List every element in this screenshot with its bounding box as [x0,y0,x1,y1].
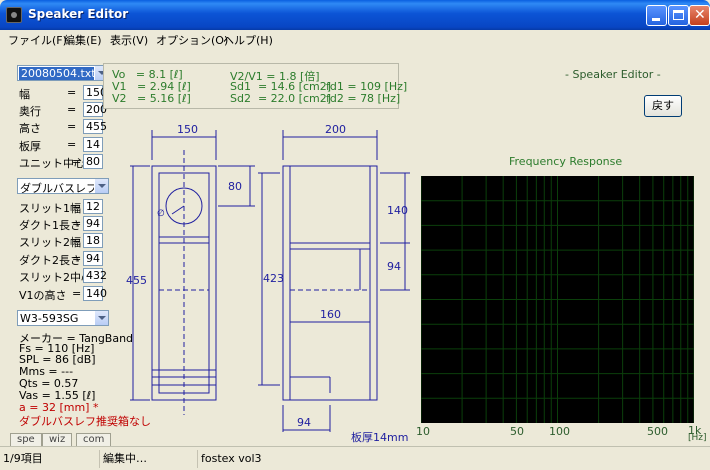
info-sd2: Sd2 = 22.0 [cm2] [230,92,332,105]
tab-wiz[interactable]: wiz [42,433,73,446]
dim-bottom-duct: 94 [297,416,311,429]
enclosure-select[interactable]: ダブルバスレフ [17,178,109,195]
depth-input[interactable]: 200 [83,102,107,117]
dim-duct: 94 [387,260,401,273]
speaker-app-icon[interactable] [6,7,22,23]
volume-info-panel: Vo = 8.1 [ℓ] V1 = 2.94 [ℓ] V2 = 5.16 [ℓ]… [103,63,407,109]
file-select[interactable]: 20080504.txt [17,65,109,81]
angle-mark: ∅ [157,209,165,219]
maximize-button[interactable] [668,5,689,26]
freq-tick-500: 500 [647,425,668,438]
menu-file[interactable]: ファイル(F) [8,32,67,48]
height-input[interactable]: 455 [83,119,107,134]
title-bar[interactable]: Speaker Editor ✕ [0,0,710,30]
window-title: Speaker Editor [28,7,129,21]
status-bar: 1/9項目 編集中… fostex vol3 [0,446,710,470]
menu-bar: ファイル(F) 編集(E) 表示(V) オプション(O) ヘルプ(H) [0,30,710,47]
chevron-down-icon[interactable] [94,311,108,325]
freq-unit: [Hz] [688,433,707,443]
thickness-input[interactable]: 14 [83,137,103,152]
freq-tick-50: 50 [510,425,524,438]
width-input[interactable]: 150 [83,85,107,100]
tab-spe[interactable]: spe [10,433,42,446]
dim-slit-length: 160 [320,308,341,321]
maximize-icon [673,10,684,20]
minimize-icon [652,18,660,21]
status-editing: 編集中… [99,450,196,468]
close-button[interactable]: ✕ [689,5,710,26]
tab-com[interactable]: com [76,433,112,446]
menu-options[interactable]: オプション(O) [156,32,228,48]
menu-view[interactable]: 表示(V) [110,32,148,48]
minimize-button[interactable] [646,5,667,26]
info-v2: V2 = 5.16 [ℓ] [112,92,191,105]
slit2-center-input[interactable]: 432 [83,268,107,283]
unit-select-value: W3-593SG [20,312,79,325]
dim-unit-center: 80 [228,180,242,193]
chevron-down-icon[interactable] [94,179,108,193]
status-item-count: 1/9項目 [3,452,43,465]
slit1-width-input[interactable]: 12 [83,199,103,214]
frequency-title: Frequency Response [509,155,623,168]
brand-label: - Speaker Editor - [565,68,661,81]
v1-height-input[interactable]: 140 [83,286,107,301]
duct1-length-input[interactable]: 94 [83,216,103,231]
slit2-width-input[interactable]: 18 [83,233,103,248]
dim-inner-height: 423 [263,272,284,285]
dim-v1: 140 [387,204,408,217]
height-label: 高さ [19,122,41,135]
dim-width: 150 [177,123,198,136]
thickness-note: 板厚14mm [351,430,408,444]
enclosure-select-value: ダブルバスレフ [20,182,97,195]
width-label: 幅 [19,88,30,101]
menu-help[interactable]: ヘルプ(H) [223,32,273,48]
dim-height: 455 [126,274,147,287]
close-icon: ✕ [694,7,706,23]
duct2-length-input[interactable]: 94 [83,251,103,266]
enclosure-drawing: 150 200 455 80 423 140 94 160 94 板厚14mm … [126,123,410,444]
dim-depth: 200 [325,123,346,136]
menu-edit[interactable]: 編集(E) [64,32,102,48]
file-select-value: 20080504.txt [19,67,98,80]
undo-button[interactable]: 戻す [644,95,682,117]
v1-height-label: V1の高さ [19,289,67,302]
depth-label: 奥行 [19,105,41,118]
unit-center-input[interactable]: 80 [83,154,103,169]
status-unit: fostex vol3 [197,450,710,468]
frequency-plot [421,176,694,423]
thickness-label: 板厚 [19,140,41,153]
unit-select[interactable]: W3-593SG [17,310,109,326]
freq-tick-100: 100 [549,425,570,438]
freq-tick-10: 10 [416,425,430,438]
info-fd2: fd2 = 78 [Hz] [326,92,401,105]
